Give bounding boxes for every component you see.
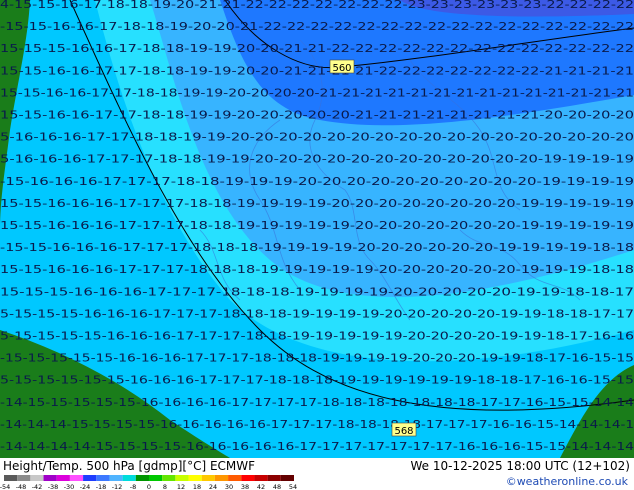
legend-swatch	[69, 475, 84, 481]
legend-tick-label: 24	[209, 483, 217, 490]
legend-swatch	[17, 475, 31, 481]
legend-swatch	[109, 475, 123, 481]
legend-tick-label: -38	[48, 483, 59, 490]
legend-swatch	[162, 475, 176, 481]
temperature-row: -14-14-14-15-15-15-15-16-16-16-16-16-17-…	[0, 419, 634, 431]
temperature-row: -15-15-15-15-15-16-16-16-17-17-17-18-18-…	[0, 353, 634, 365]
temperature-row: 15-15-16-16-17-17-18-18-19-19-20-20-20-2…	[0, 87, 634, 99]
legend-tick-label: -42	[32, 483, 43, 490]
map-footer: Height/Temp. 500 hPa [gdmp][°C] ECMWF We…	[0, 458, 634, 490]
legend-tick-label: 42	[257, 483, 265, 490]
temperature-row: -15-16-16-16-17-17-17-18-18-19-19-19-20-…	[0, 176, 634, 188]
map-canvas: 4-15-15-16-17-18-18-19-20-21-21-22-22-22…	[0, 0, 634, 458]
legend-tick-label: 0	[147, 483, 151, 490]
legend-tick-label: -18	[96, 483, 107, 490]
height-label: 560	[332, 63, 351, 74]
temperature-row: 5-15-15-15-15-16-16-16-17-17-17-18-18-19…	[0, 331, 634, 343]
legend-tick-label: 48	[273, 483, 281, 490]
site-credit[interactable]: ©weatheronline.co.uk	[506, 475, 628, 488]
legend-swatch	[96, 475, 110, 481]
legend-tick-label: -8	[130, 483, 136, 490]
legend-swatch	[214, 475, 229, 481]
legend-swatch	[254, 475, 268, 481]
temperature-row: 15-15-15-16-16-17-18-18-19-19-20-20-21-2…	[0, 43, 634, 55]
temperature-row: -15-15-16-16-16-17-17-17-18-18-18-19-19-…	[0, 242, 634, 254]
legend-swatch	[4, 475, 18, 481]
legend-swatch	[188, 475, 202, 481]
weather-map-view: 4-15-15-16-17-18-18-19-20-21-21-22-22-22…	[0, 0, 634, 490]
legend-tick-label: -54	[0, 483, 10, 490]
legend-swatch	[149, 475, 163, 481]
legend-swatch	[175, 475, 189, 481]
legend-swatch	[83, 475, 97, 481]
legend-tick-label: 30	[225, 483, 233, 490]
temperature-row: 15-15-16-16-17-17-18-18-19-19-20-20-21-2…	[0, 65, 634, 77]
legend-tick-label: -48	[16, 483, 27, 490]
temperature-row: 5-15-15-15-15-15-16-16-16-17-17-17-18-18…	[0, 375, 634, 387]
temperature-row: 15-15-15-16-16-16-17-17-17-18-18-18-19-1…	[0, 286, 634, 298]
temperature-row: 15-15-16-16-16-17-17-17-18-18-19-19-19-1…	[0, 220, 634, 232]
legend-swatch	[56, 475, 70, 481]
temperature-row: 15-15-16-16-16-17-17-17-18-18-19-19-19-1…	[0, 198, 634, 210]
temperature-labels: 4-15-15-16-17-18-18-19-20-21-21-22-22-22…	[0, 0, 634, 453]
map-title: Height/Temp. 500 hPa [gdmp][°C] ECMWF	[3, 459, 256, 473]
temperature-row: -14-15-15-15-15-15-16-16-16-16-17-17-17-…	[0, 397, 634, 409]
legend-tick-label: 54	[289, 483, 297, 490]
legend-swatch	[43, 475, 57, 481]
legend-tick-label: 8	[163, 483, 167, 490]
legend-swatch	[280, 475, 294, 481]
legend-swatch	[201, 475, 215, 481]
temperature-row: 15-15-16-16-16-17-17-17-18-18-18-19-19-1…	[0, 264, 634, 276]
legend-tick-label: -12	[112, 483, 123, 490]
temperature-row: 4-15-15-16-17-18-18-19-20-21-21-22-22-22…	[0, 0, 634, 11]
legend-swatch	[241, 475, 255, 481]
legend-tick-label: -30	[64, 483, 75, 490]
temperature-row: 5-16-16-16-17-17-18-18-19-19-20-20-20-20…	[0, 132, 634, 144]
legend-swatch	[30, 475, 44, 481]
temperature-row: 5-16-16-16-17-17-17-18-18-19-19-20-20-20…	[0, 154, 634, 166]
temperature-row: 5-15-15-15-16-16-16-17-17-17-18-18-18-19…	[0, 308, 634, 320]
color-scale-legend: -54 -48 -42 -38 -30 -24 -18 -12 -8 0 8 12 18 24 30 38 42…	[0, 475, 297, 490]
temperature-row: -15-15-16-16-17-18-18-19-20-20-21-22-22-…	[0, 21, 634, 33]
temperature-row: 15-15-16-16-17-17-18-18-19-19-20-20-20-2…	[0, 110, 634, 122]
temperature-row: -14-14-14-14-15-15-15-15-16-16-16-16-16-…	[0, 441, 634, 453]
legend-swatch	[135, 475, 149, 481]
legend-tick-label: 38	[241, 483, 249, 490]
legend-swatch	[122, 475, 136, 481]
legend-tick-label: 12	[177, 483, 185, 490]
valid-time: We 10-12-2025 18:00 UTC (12+102)	[410, 459, 630, 473]
legend-tick-label: -24	[80, 483, 91, 490]
legend-swatch	[228, 475, 242, 481]
legend-tick-label: 18	[193, 483, 201, 490]
legend-swatch	[267, 475, 281, 481]
height-label: 568	[394, 426, 413, 437]
